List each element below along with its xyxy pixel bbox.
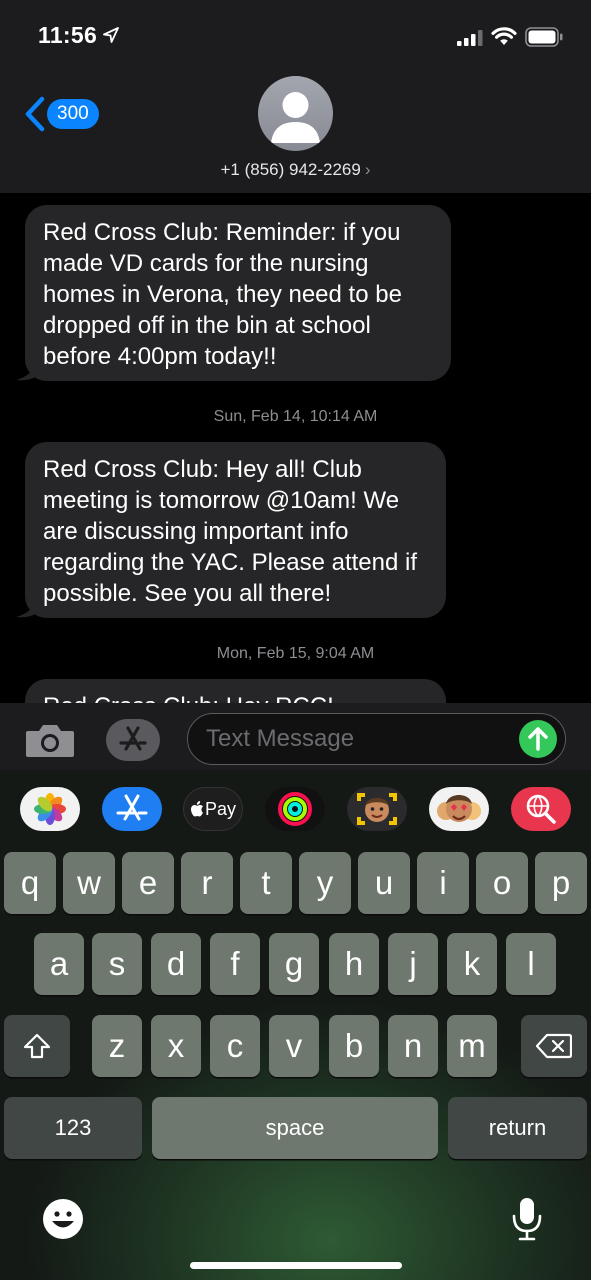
apple-pay-label: Pay [204, 798, 237, 819]
activity-app-icon[interactable] [265, 787, 325, 831]
memoji-app-icon[interactable] [347, 787, 407, 831]
key-k[interactable]: k [447, 933, 497, 995]
status-time: 11:56 [38, 22, 98, 48]
contact-name-button[interactable]: +1 (856) 942-2269 › [0, 160, 591, 180]
cellular-signal-icon [457, 30, 483, 46]
key-e[interactable]: e [122, 852, 174, 914]
key-w[interactable]: w [63, 852, 115, 914]
apple-logo-icon [190, 801, 203, 817]
apple-pay-app-icon[interactable]: Pay [183, 787, 243, 831]
keyboard: Pay q w e r t y u i o p a s d f g h j k … [0, 770, 591, 1280]
unread-count-badge[interactable]: 300 [47, 99, 99, 129]
imessage-app-strip: Pay [0, 770, 591, 850]
key-m[interactable]: m [447, 1015, 497, 1077]
key-y[interactable]: y [299, 852, 351, 914]
shift-arrow-icon [23, 1033, 51, 1059]
numbers-key[interactable]: 123 [4, 1097, 142, 1159]
message-timestamp: Mon, Feb 15, 9:04 AM [216, 645, 375, 662]
arrow-up-icon [528, 727, 548, 751]
key-t[interactable]: t [240, 852, 292, 914]
backspace-icon [536, 1033, 572, 1059]
memoji-face-icon [357, 793, 397, 825]
key-x[interactable]: x [151, 1015, 201, 1077]
battery-icon [525, 27, 563, 47]
message-bubble[interactable]: Red Cross Club: Hey RCC! [25, 679, 446, 703]
key-z[interactable]: z [92, 1015, 142, 1077]
shift-key[interactable] [4, 1015, 70, 1077]
key-n[interactable]: n [388, 1015, 438, 1077]
message-text: Red Cross Club: Hey RCC! [43, 693, 334, 703]
message-timestamp: Sun, Feb 14, 10:14 AM [213, 408, 378, 425]
message-bubble[interactable]: Red Cross Club: Hey all! Club meeting is… [25, 442, 446, 618]
memoji-stickers-icon [437, 795, 481, 822]
back-chevron-icon[interactable] [22, 96, 48, 132]
key-b[interactable]: b [329, 1015, 379, 1077]
app-store-icon [119, 726, 147, 751]
key-s[interactable]: s [92, 933, 142, 995]
magnifier-globe-icon [526, 794, 556, 824]
key-h[interactable]: h [329, 933, 379, 995]
emoji-icon[interactable] [42, 1198, 84, 1240]
person-icon [271, 92, 320, 143]
key-q[interactable]: q [4, 852, 56, 914]
photos-icon [34, 793, 66, 825]
wifi-icon [491, 27, 517, 45]
app-store-icon [116, 794, 148, 821]
activity-rings-icon [278, 792, 312, 826]
message-thread[interactable]: Red Cross Club: Reminder: if you made VD… [0, 193, 591, 703]
web-images-search-app-icon[interactable] [511, 787, 571, 831]
message-text-field[interactable] [187, 713, 566, 765]
key-a[interactable]: a [34, 933, 84, 995]
key-j[interactable]: j [388, 933, 438, 995]
contact-number: +1 (856) 942-2269 [220, 160, 361, 179]
key-l[interactable]: l [506, 933, 556, 995]
send-button[interactable] [519, 720, 557, 758]
message-input-bar [0, 703, 591, 770]
memoji-stickers-app-icon[interactable] [429, 787, 489, 831]
key-o[interactable]: o [476, 852, 528, 914]
microphone-icon[interactable] [511, 1196, 543, 1242]
key-c[interactable]: c [210, 1015, 260, 1077]
key-f[interactable]: f [210, 933, 260, 995]
message-text: Red Cross Club: Reminder: if you made VD… [43, 219, 402, 370]
message-input[interactable] [206, 724, 506, 754]
key-d[interactable]: d [151, 933, 201, 995]
camera-icon[interactable] [24, 721, 76, 761]
key-g[interactable]: g [269, 933, 319, 995]
chevron-right-icon: › [364, 160, 371, 179]
contact-avatar[interactable] [258, 76, 333, 151]
home-indicator [190, 1262, 402, 1269]
delete-key[interactable] [521, 1015, 587, 1077]
key-u[interactable]: u [358, 852, 410, 914]
message-text: Red Cross Club: Hey all! Club meeting is… [43, 456, 418, 607]
photos-app-icon[interactable] [20, 787, 80, 831]
space-key[interactable]: space [152, 1097, 438, 1159]
key-v[interactable]: v [269, 1015, 319, 1077]
app-store-app-icon[interactable] [102, 787, 162, 831]
message-bubble[interactable]: Red Cross Club: Reminder: if you made VD… [25, 205, 451, 381]
app-store-button[interactable] [106, 719, 160, 761]
key-i[interactable]: i [417, 852, 469, 914]
key-p[interactable]: p [535, 852, 587, 914]
conversation-header: 11:56 300 +1 (856) 942-2269 › [0, 0, 591, 193]
return-key[interactable]: return [448, 1097, 587, 1159]
location-arrow-icon [103, 27, 119, 43]
key-r[interactable]: r [181, 852, 233, 914]
